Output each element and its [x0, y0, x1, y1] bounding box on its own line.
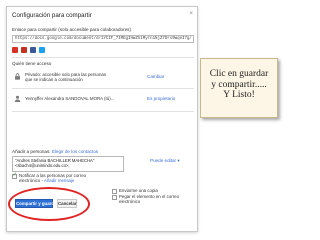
access-label: Quién tiene acceso — [12, 61, 52, 66]
divider — [12, 88, 194, 89]
twitter-icon[interactable] — [39, 47, 45, 53]
choose-contacts-link[interactable]: Elegir de los contactos — [52, 149, 98, 154]
add-message-link[interactable]: Añadir mensaje — [44, 178, 75, 183]
notify-checkbox[interactable] — [12, 173, 17, 179]
owner-name: Yennyffer Alexandra SANDOVAL MORA (tú)..… — [25, 96, 115, 101]
google-plus-icon[interactable] — [21, 47, 27, 53]
paste-item-checkbox[interactable] — [112, 195, 117, 200]
share-settings-dialog: Configuración para compartir × Enlace pa… — [6, 6, 198, 232]
share-link-field[interactable]: https://docs.google.com/document/d/1YCIF… — [12, 35, 194, 43]
callout-line: Y Listo! — [223, 90, 255, 100]
instruction-callout: Clic en guardar y compartir..... Y Listo… — [200, 58, 278, 118]
paste-item-label: Pegar el elemento en el correo electróni… — [119, 194, 180, 205]
access-description: Privado: accesible solo para las persona… — [25, 72, 107, 83]
add-people-label: Añadir a personas: Elegir de los contact… — [12, 149, 99, 154]
access-row-privacy: Privado: accesible solo para las persona… — [12, 69, 194, 87]
owner-role: Es propietario — [147, 96, 176, 101]
dialog-title: Configuración para compartir — [12, 12, 92, 19]
share-via-icons — [12, 47, 45, 53]
callout-line: y compartir..... — [211, 79, 267, 90]
red-highlight-circle — [8, 187, 90, 221]
share-link-label: Enlace para compartir (solo accesible pa… — [12, 27, 131, 32]
send-copy-label: Enviarme una copia — [119, 188, 158, 193]
facebook-icon[interactable] — [30, 47, 36, 53]
access-row-owner: Yennyffer Alexandra SANDOVAL MORA (tú)..… — [12, 91, 194, 109]
divider — [12, 57, 194, 58]
invite-people-input[interactable]: "Andres Stefania BACHILLER MAHECHA" <sba… — [12, 156, 124, 172]
divider — [12, 111, 194, 112]
person-icon — [14, 95, 21, 102]
callout-line: Clic en guardar — [209, 69, 269, 79]
close-icon[interactable]: × — [189, 10, 193, 18]
lock-icon — [15, 73, 20, 80]
send-copy-checkbox[interactable] — [112, 189, 117, 194]
notify-label: Notificar a las personas por correo elec… — [19, 173, 87, 184]
permission-dropdown[interactable]: Puede editar ▾ — [150, 158, 180, 164]
invitee-email: <sbach4@unimindo.edu.co>; — [15, 163, 70, 169]
change-visibility-link[interactable]: Cambiar — [147, 74, 164, 79]
gmail-icon[interactable] — [12, 47, 18, 53]
